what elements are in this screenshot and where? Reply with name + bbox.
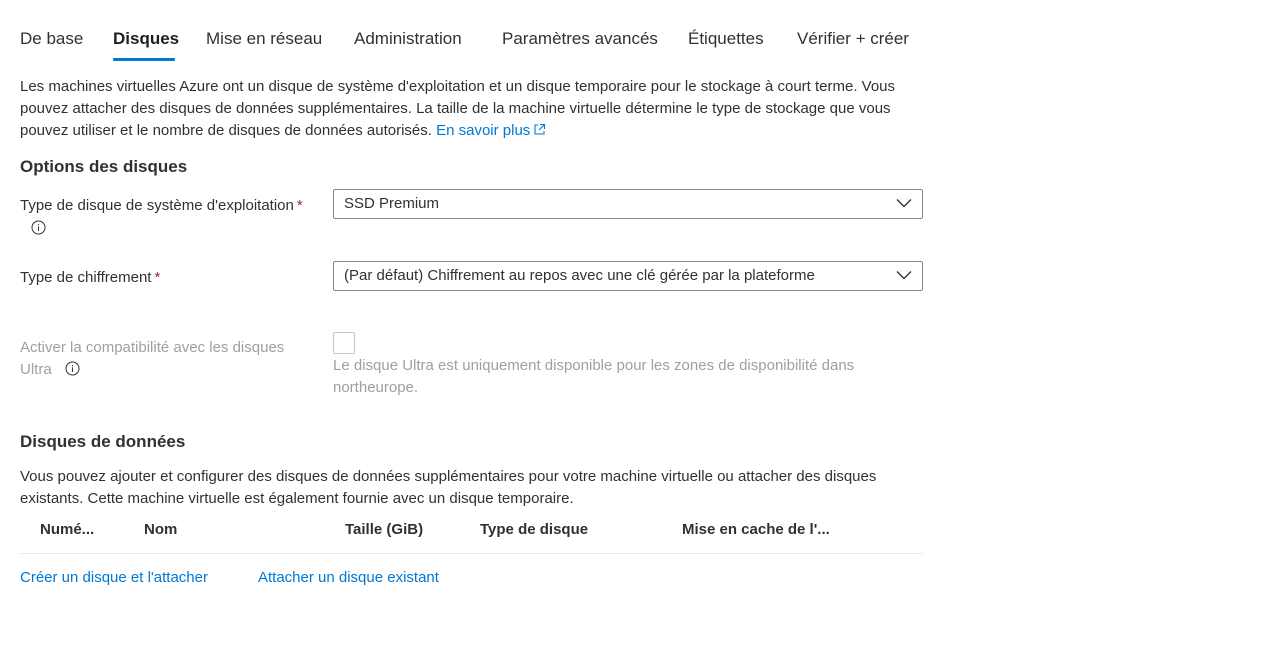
tab-tags[interactable]: Étiquettes bbox=[688, 26, 764, 52]
encryption-type-dropdown[interactable]: (Par défaut) Chiffrement au repos avec u… bbox=[333, 261, 923, 291]
column-lun[interactable]: Numé... bbox=[40, 521, 94, 538]
create-attach-disk-link[interactable]: Créer un disque et l'attacher bbox=[20, 567, 208, 589]
ultra-compat-checkbox[interactable] bbox=[333, 332, 355, 354]
column-name[interactable]: Nom bbox=[144, 521, 177, 538]
os-disk-type-value: SSD Premium bbox=[344, 195, 440, 212]
disk-options-heading: Options des disques bbox=[20, 157, 188, 176]
os-disk-type-label-text: Type de disque de système d'exploitation bbox=[20, 197, 294, 214]
data-disks-description: Vous pouvez ajouter et configurer des di… bbox=[20, 468, 877, 507]
chevron-down-icon bbox=[896, 199, 912, 208]
tab-advanced[interactable]: Paramètres avancés bbox=[502, 26, 658, 52]
required-marker: * bbox=[296, 197, 303, 214]
ultra-compat-label-line2: Ultra bbox=[20, 361, 52, 378]
column-host-caching[interactable]: Mise en cache de l'... bbox=[682, 521, 830, 538]
required-marker: * bbox=[154, 269, 161, 286]
data-disks-heading: Disques de données bbox=[20, 432, 186, 451]
tab-management[interactable]: Administration bbox=[354, 26, 462, 52]
encryption-type-label-text: Type de chiffrement bbox=[20, 269, 152, 286]
os-disk-type-label: Type de disque de système d'exploitation… bbox=[20, 195, 303, 217]
info-icon[interactable] bbox=[31, 220, 46, 235]
intro-description: Les machines virtuelles Azure ont un dis… bbox=[20, 76, 920, 142]
tab-disks[interactable]: Disques bbox=[113, 26, 179, 52]
ultra-compat-label: Activer la compatibilité avec les disque… bbox=[20, 337, 320, 381]
external-link-icon bbox=[534, 123, 546, 135]
learn-more-label: En savoir plus bbox=[436, 122, 531, 139]
attach-existing-disk-link[interactable]: Attacher un disque existant bbox=[258, 567, 439, 589]
tab-review-create[interactable]: Vérifier + créer bbox=[797, 26, 909, 52]
learn-more-link[interactable]: En savoir plus bbox=[436, 122, 546, 139]
tab-basics[interactable]: De base bbox=[20, 26, 83, 52]
column-size[interactable]: Taille (GiB) bbox=[345, 521, 423, 538]
active-tab-indicator bbox=[113, 58, 175, 61]
chevron-down-icon bbox=[896, 271, 912, 280]
encryption-type-label: Type de chiffrement * bbox=[20, 267, 160, 289]
tab-networking[interactable]: Mise en réseau bbox=[206, 26, 322, 52]
os-disk-type-dropdown[interactable]: SSD Premium bbox=[333, 189, 923, 219]
info-icon[interactable] bbox=[65, 361, 80, 376]
data-disks-table-header: Numé... Nom Taille (GiB) Type de disque … bbox=[20, 515, 923, 554]
column-disk-type[interactable]: Type de disque bbox=[480, 521, 588, 538]
ultra-help-text: Le disque Ultra est uniquement disponibl… bbox=[333, 357, 855, 396]
encryption-type-value: (Par défaut) Chiffrement au repos avec u… bbox=[344, 267, 815, 284]
ultra-compat-label-line1: Activer la compatibilité avec les disque… bbox=[20, 339, 285, 356]
